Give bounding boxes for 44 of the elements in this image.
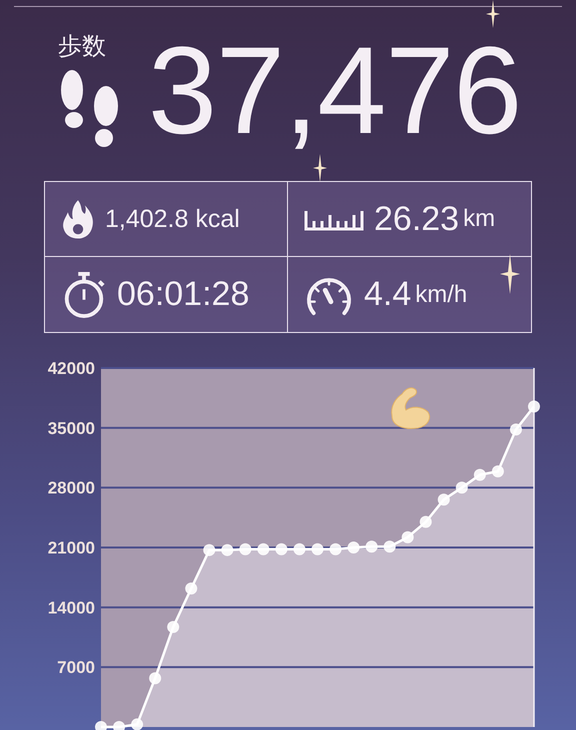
y-tick-label: 42000: [48, 360, 95, 378]
data-point: [348, 542, 360, 554]
data-point: [185, 582, 198, 595]
data-point: [312, 543, 324, 556]
y-tick-label: 14000: [48, 598, 95, 618]
y-tick-label: 7000: [57, 658, 95, 678]
data-point: [420, 516, 432, 528]
data-point: [239, 543, 252, 556]
data-point: [528, 400, 540, 412]
data-point: [366, 540, 378, 553]
data-point: [330, 543, 342, 556]
y-tick-label: 35000: [48, 418, 95, 438]
flexed-arm-icon: [391, 387, 430, 429]
data-point: [474, 468, 486, 481]
data-point: [167, 621, 180, 633]
data-point: [510, 424, 522, 436]
stat-value: 1,402.8 kcal: [105, 204, 240, 234]
steps-label: 歩数: [58, 30, 106, 62]
data-point: [492, 465, 504, 478]
sparkle-icon: [313, 154, 327, 182]
data-point: [113, 721, 126, 730]
stat-value: 4.4: [364, 275, 412, 314]
data-point: [456, 482, 468, 494]
data-point: [438, 494, 450, 506]
data-point: [95, 721, 107, 730]
data-point: [203, 544, 216, 556]
data-point: [293, 543, 306, 556]
data-point: [131, 718, 144, 730]
stat-unit: km: [463, 205, 496, 233]
y-tick-label: 28000: [48, 478, 95, 498]
data-point: [149, 672, 162, 684]
sparkle-icon: [486, 0, 500, 28]
y-tick-label: 21000: [48, 538, 95, 558]
step-count: 37,476: [148, 28, 522, 152]
stat-value: 26.23: [374, 200, 460, 238]
flame-icon: [61, 198, 95, 240]
data-point: [221, 544, 234, 556]
stat-unit: km/h: [415, 280, 468, 308]
sparkle-icon: [500, 254, 520, 294]
data-point: [402, 531, 414, 544]
data-point: [257, 543, 270, 556]
stat-value: 06:01:28: [117, 275, 250, 314]
data-point: [384, 540, 396, 553]
data-point: [275, 543, 288, 556]
